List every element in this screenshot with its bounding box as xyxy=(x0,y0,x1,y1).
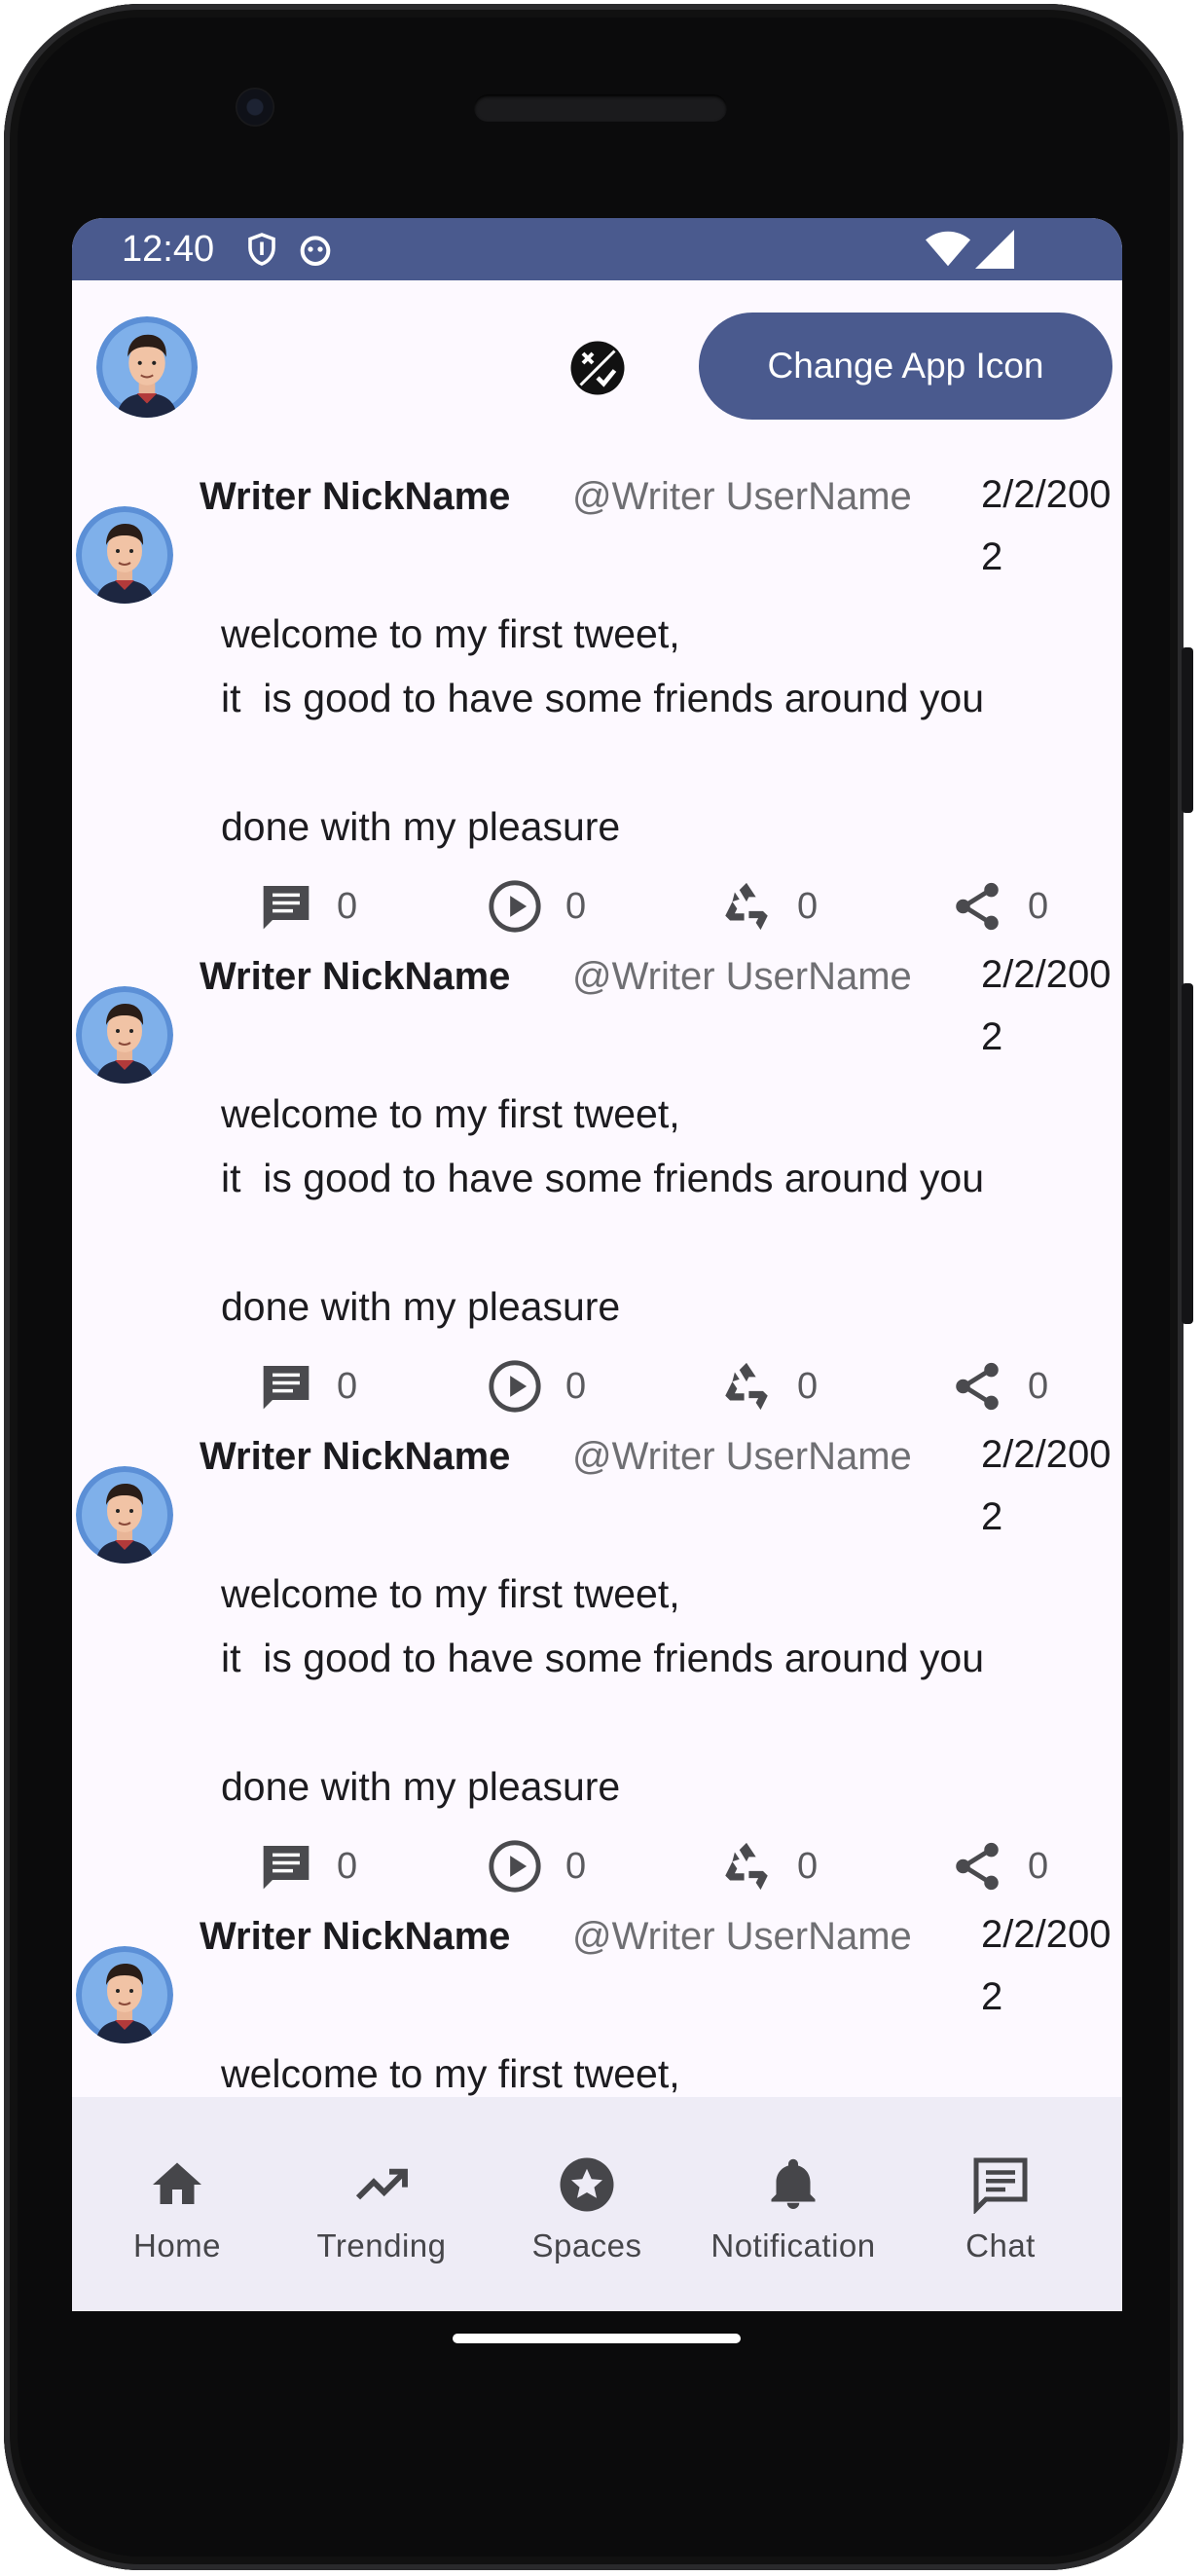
top-app-bar: Change App Icon xyxy=(72,280,1122,465)
avatar-illustration xyxy=(96,316,198,418)
tweet-actions: 0 0 0 0 xyxy=(72,1832,1122,1900)
tweet-date: 2/2/2002 xyxy=(981,1913,1111,2018)
tweet-date: 2/2/2002 xyxy=(981,473,1111,578)
tweet-item[interactable]: Writer NickName @Writer UserName 2/2/200… xyxy=(72,1425,1122,1905)
volume-button xyxy=(1182,983,1193,1324)
comment-action[interactable]: 0 xyxy=(257,1352,357,1420)
theme-toggle-icon[interactable] xyxy=(568,339,627,397)
tweet-body: welcome to my first tweet, it is good to… xyxy=(221,1571,985,1809)
tweet-item[interactable]: Writer NickName @Writer UserName 2/2/200… xyxy=(72,465,1122,945)
comment-action[interactable]: 0 xyxy=(257,1832,357,1900)
retweet-count: 0 xyxy=(797,1365,819,1407)
tweet-feed[interactable]: Writer NickName @Writer UserName 2/2/200… xyxy=(72,465,1122,2311)
star-circle-icon xyxy=(556,2153,618,2216)
share-count: 0 xyxy=(1028,885,1049,927)
retweet-count: 0 xyxy=(797,885,819,927)
writer-avatar[interactable] xyxy=(76,1946,173,2043)
nav-label: Home xyxy=(132,2227,222,2263)
home-icon xyxy=(146,2153,208,2216)
comment-icon xyxy=(257,877,315,936)
retweet-count: 0 xyxy=(797,1845,819,1887)
nav-item-spaces[interactable]: Spaces xyxy=(482,2097,692,2311)
app-screen: 12:40 Change App Icon Writer NickName @W… xyxy=(72,218,1122,2311)
recycle-icon xyxy=(717,877,776,936)
tweet-date: 2/2/2002 xyxy=(981,1433,1111,1538)
view-action[interactable]: 0 xyxy=(486,872,586,940)
profile-avatar[interactable] xyxy=(96,316,198,418)
share-icon xyxy=(948,877,1006,936)
recycle-icon xyxy=(717,1837,776,1895)
earpiece-speaker xyxy=(474,94,727,122)
writer-avatar[interactable] xyxy=(76,506,173,604)
view-count: 0 xyxy=(565,1365,587,1407)
view-count: 0 xyxy=(565,885,587,927)
writer-nickname: Writer NickName xyxy=(200,955,511,998)
tweet-actions: 0 0 0 0 xyxy=(72,872,1122,940)
comment-action[interactable]: 0 xyxy=(257,872,357,940)
share-icon xyxy=(948,1357,1006,1416)
view-action[interactable]: 0 xyxy=(486,1832,586,1900)
nav-label: Trending xyxy=(316,2227,447,2263)
status-time: 12:40 xyxy=(122,229,215,270)
comment-icon xyxy=(257,1357,315,1416)
chat-icon xyxy=(969,2153,1032,2216)
share-count: 0 xyxy=(1028,1845,1049,1887)
retweet-action[interactable]: 0 xyxy=(717,1832,818,1900)
retweet-action[interactable]: 0 xyxy=(717,1352,818,1420)
recycle-icon xyxy=(717,1357,776,1416)
view-count: 0 xyxy=(565,1845,587,1887)
home-indicator xyxy=(453,2334,741,2343)
writer-nickname: Writer NickName xyxy=(200,475,511,518)
writer-username: @Writer UserName xyxy=(572,1435,912,1478)
writer-username: @Writer UserName xyxy=(572,955,912,998)
share-action[interactable]: 0 xyxy=(948,1352,1048,1420)
writer-username: @Writer UserName xyxy=(572,1915,912,1958)
comment-count: 0 xyxy=(337,1845,358,1887)
writer-username: @Writer UserName xyxy=(572,475,912,518)
nav-label: Spaces xyxy=(531,2227,642,2263)
writer-avatar[interactable] xyxy=(76,1466,173,1564)
nav-item-chat[interactable]: Chat xyxy=(895,2097,1106,2311)
share-count: 0 xyxy=(1028,1365,1049,1407)
nav-label: Notification xyxy=(710,2227,876,2263)
play-circle-icon xyxy=(486,1837,544,1895)
tweet-date: 2/2/2002 xyxy=(981,953,1111,1058)
tweet-actions: 0 0 0 0 xyxy=(72,1352,1122,1420)
nav-item-notification[interactable]: Notification xyxy=(688,2097,898,2311)
nav-label: Chat xyxy=(965,2227,1036,2263)
comment-count: 0 xyxy=(337,1365,358,1407)
view-action[interactable]: 0 xyxy=(486,1352,586,1420)
play-circle-icon xyxy=(486,877,544,936)
bottom-navigation: Home Trending Spaces Notification Chat xyxy=(72,2097,1122,2311)
nav-item-trending[interactable]: Trending xyxy=(276,2097,487,2311)
nav-item-home[interactable]: Home xyxy=(72,2097,282,2311)
trending-icon xyxy=(350,2153,413,2216)
tweet-body: welcome to my first tweet, it is good to… xyxy=(221,1091,985,1329)
android-debug-icon xyxy=(300,236,331,266)
wifi-icon xyxy=(926,231,970,267)
play-circle-icon xyxy=(486,1357,544,1416)
writer-avatar[interactable] xyxy=(76,986,173,1084)
tweet-body: welcome to my first tweet, it is good to… xyxy=(221,611,985,849)
writer-nickname: Writer NickName xyxy=(200,1915,511,1958)
tweet-item[interactable]: Writer NickName @Writer UserName 2/2/200… xyxy=(72,945,1122,1425)
share-icon xyxy=(948,1837,1006,1895)
status-bar: 12:40 xyxy=(72,218,1122,280)
retweet-action[interactable]: 0 xyxy=(717,872,818,940)
cell-signal-icon xyxy=(975,230,1014,269)
comment-icon xyxy=(257,1837,315,1895)
power-button xyxy=(1182,647,1193,813)
change-app-icon-button[interactable]: Change App Icon xyxy=(699,313,1112,420)
shield-icon xyxy=(248,233,275,266)
bell-icon xyxy=(762,2153,824,2216)
share-action[interactable]: 0 xyxy=(948,872,1048,940)
comment-count: 0 xyxy=(337,885,358,927)
front-camera xyxy=(236,88,274,127)
share-action[interactable]: 0 xyxy=(948,1832,1048,1900)
phone-frame: 12:40 Change App Icon Writer NickName @W… xyxy=(4,4,1184,2570)
writer-nickname: Writer NickName xyxy=(200,1435,511,1478)
